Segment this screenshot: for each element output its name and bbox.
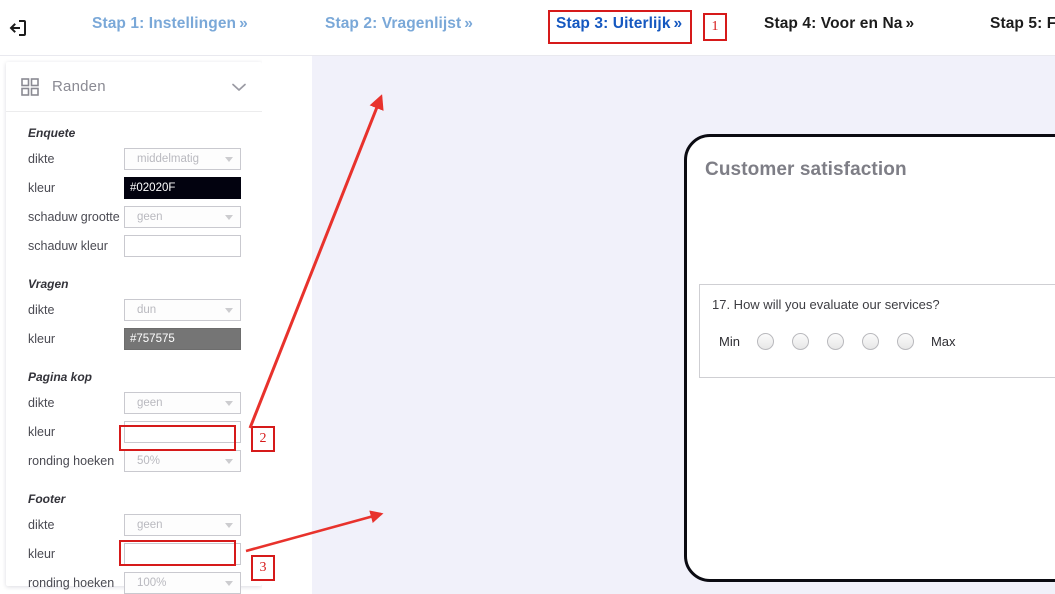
pagina-kop-ronding-hoeken-value: 50% (137, 455, 161, 467)
question-block: 17. How will you evaluate our services? … (699, 284, 1055, 378)
step-tab-5[interactable]: Stap 5: F (990, 15, 1055, 33)
setting-row: kleur #02020F (6, 175, 262, 201)
setting-row: dikte middelmatig (6, 146, 262, 172)
group-title-footer: Footer (28, 492, 66, 506)
annotation-number-3: 3 (251, 555, 275, 581)
setting-label: dikte (28, 518, 55, 532)
step-tab-3-label: Stap 3: Uiterlijk (556, 15, 671, 32)
survey-title: Customer satisfaction (705, 159, 907, 180)
setting-label: schaduw kleur (28, 239, 108, 253)
setting-row: dikte geen (6, 512, 262, 538)
grid-squares-icon (20, 77, 40, 97)
setting-row: dikte geen (6, 390, 262, 416)
step-tab-1-chevron-icon: » (239, 15, 248, 32)
rating-option-5[interactable] (896, 333, 914, 350)
caret-down-icon (225, 401, 233, 406)
caret-down-icon (225, 308, 233, 313)
setting-row: ronding hoeken 100% (6, 570, 262, 594)
setting-row: kleur (6, 541, 262, 567)
rating-option-2[interactable] (791, 333, 809, 350)
enquete-dikte-select[interactable]: middelmatig (124, 148, 241, 170)
caret-down-icon (225, 157, 233, 162)
survey-preview-area: Customer satisfaction 20% 17. How will y… (312, 56, 1055, 594)
caret-down-icon (225, 459, 233, 464)
survey-preview-card: Customer satisfaction 20% 17. How will y… (684, 134, 1055, 582)
setting-label: kleur (28, 547, 56, 561)
setting-label: schaduw grootte (28, 210, 120, 224)
pagina-kop-dikte-select[interactable]: geen (124, 392, 241, 414)
step-tab-1-label: Stap 1: Instellingen (92, 15, 237, 32)
step-tab-4-chevron-icon: » (905, 15, 915, 32)
enquete-schaduw-grootte-select[interactable]: geen (124, 206, 241, 228)
group-title-enquete: Enquete (28, 126, 76, 140)
panel-header[interactable]: Randen (6, 62, 262, 112)
rating-option-3[interactable] (826, 333, 844, 350)
step-tab-4-label: Stap 4: Voor en Na (764, 15, 903, 32)
vragen-kleur-input[interactable]: #757575 (124, 328, 241, 350)
enquete-schaduw-kleur-input[interactable] (124, 235, 241, 257)
pagina-kop-dikte-value: geen (137, 397, 163, 409)
setting-label: dikte (28, 396, 55, 410)
step-tab-2-label: Stap 2: Vragenlijst (325, 15, 462, 32)
annotation-number-1: 1 (703, 13, 727, 41)
setting-label: ronding hoeken (28, 454, 115, 468)
caret-down-icon (225, 523, 233, 528)
step-tab-3-chevron-icon: » (673, 15, 683, 32)
enquete-kleur-value: #02020F (130, 182, 176, 194)
setting-row: kleur (6, 419, 262, 445)
step-navigation-bar: Stap 1: Instellingen» Stap 2: Vragenlijs… (0, 0, 1055, 56)
scale-min-label: Min (719, 334, 740, 349)
chevron-down-icon[interactable] (230, 78, 248, 96)
borders-settings-panel: Randen Enquete dikte middelmatig kleur #… (6, 62, 262, 594)
group-title-pagina-kop: Pagina kop (28, 370, 93, 384)
footer-ronding-hoeken-select[interactable]: 100% (124, 572, 241, 594)
caret-down-icon (225, 581, 233, 586)
setting-row: kleur #757575 (6, 326, 262, 352)
vragen-kleur-value: #757575 (130, 333, 175, 345)
setting-row: schaduw grootte geen (6, 204, 262, 230)
pagina-kop-ronding-hoeken-select[interactable]: 50% (124, 450, 241, 472)
setting-row: ronding hoeken 50% (6, 448, 262, 474)
footer-ronding-hoeken-value: 100% (137, 577, 167, 589)
rating-option-1[interactable] (756, 333, 774, 350)
step-tab-3[interactable]: Stap 3: Uiterlijk» (556, 15, 682, 33)
scale-max-label: Max (930, 334, 956, 349)
enquete-kleur-input[interactable]: #02020F (124, 177, 241, 199)
step-tab-4[interactable]: Stap 4: Voor en Na» (764, 15, 914, 33)
setting-label: ronding hoeken (28, 576, 115, 590)
rating-option-4[interactable] (861, 333, 879, 350)
panel-title: Randen (52, 78, 106, 95)
step-tab-2[interactable]: Stap 2: Vragenlijst» (325, 15, 473, 33)
question-text: 17. How will you evaluate our services? (712, 297, 940, 312)
caret-down-icon (225, 215, 233, 220)
footer-dikte-select[interactable]: geen (124, 514, 241, 536)
panel-gutter (262, 56, 312, 594)
step-tab-1[interactable]: Stap 1: Instellingen» (92, 15, 248, 33)
enquete-dikte-value: middelmatig (137, 153, 199, 165)
step-tab-2-chevron-icon: » (464, 15, 474, 32)
setting-label: dikte (28, 152, 55, 166)
step-tab-5-label: Stap 5: F (990, 15, 1055, 32)
vragen-dikte-value: dun (137, 304, 157, 316)
annotation-number-2: 2 (251, 426, 275, 452)
setting-label: kleur (28, 181, 56, 195)
setting-label: dikte (28, 303, 55, 317)
exit-arrow-icon[interactable] (4, 14, 32, 42)
pagina-kop-kleur-input[interactable] (124, 421, 241, 443)
footer-dikte-value: geen (137, 519, 163, 531)
enquete-schaduw-grootte-value: geen (137, 211, 163, 223)
appearance-editor-screen: Stap 1: Instellingen» Stap 2: Vragenlijs… (0, 0, 1055, 594)
setting-label: kleur (28, 332, 56, 346)
setting-label: kleur (28, 425, 56, 439)
group-title-vragen: Vragen (28, 277, 69, 291)
panel-body: Enquete dikte middelmatig kleur #02020F … (6, 112, 262, 594)
footer-kleur-input[interactable] (124, 543, 241, 565)
setting-row: schaduw kleur (6, 233, 262, 259)
rating-scale: Min Max (719, 333, 956, 350)
vragen-dikte-select[interactable]: dun (124, 299, 241, 321)
setting-row: dikte dun (6, 297, 262, 323)
